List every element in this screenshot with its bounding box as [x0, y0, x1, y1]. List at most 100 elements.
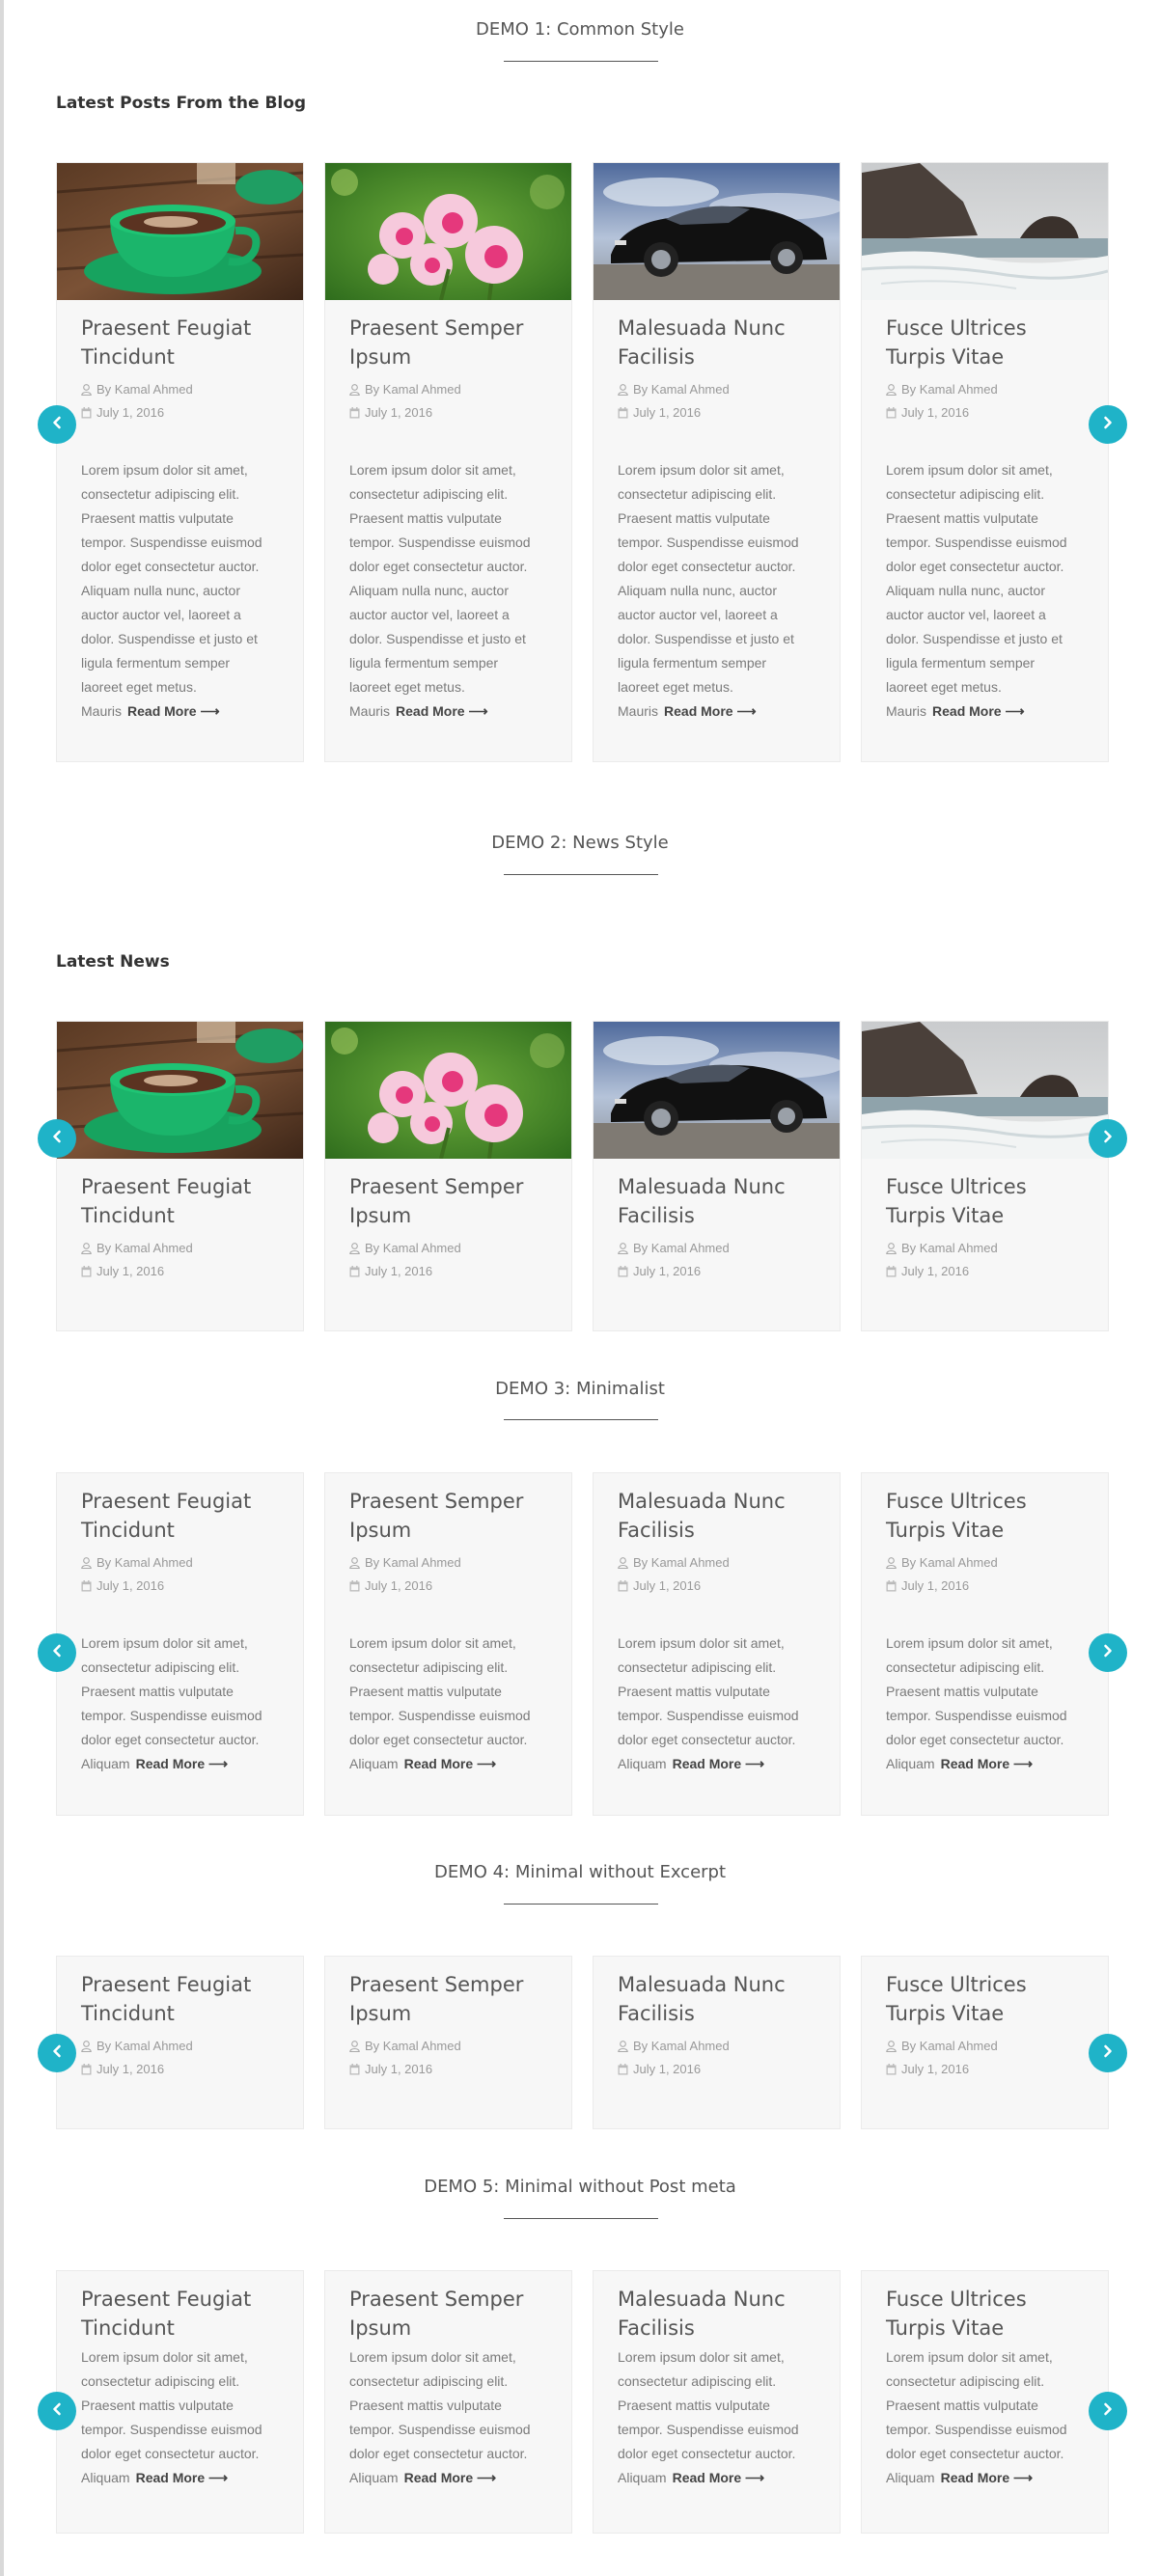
read-more-link[interactable]: Read More ⟶ [136, 2470, 229, 2485]
excerpt-tail: Aliquam [349, 1756, 399, 1771]
post-title[interactable]: Fusce Ultrices [886, 314, 1093, 343]
post-title-line2[interactable]: Tincidunt [81, 2314, 289, 2343]
carousel-next-button[interactable] [1089, 1633, 1127, 1672]
read-more-link[interactable]: Read More ⟶ [136, 1756, 229, 1771]
post-title-line2[interactable]: Ipsum [349, 2314, 557, 2343]
author-name[interactable]: By Kamal Ahmed [97, 1241, 193, 1255]
post-title[interactable]: Praesent Semper [349, 1487, 557, 1516]
author-name[interactable]: By Kamal Ahmed [97, 2039, 193, 2053]
post-title[interactable]: Fusce Ultrices [886, 1970, 1093, 1999]
post-title-line2[interactable]: Facilisis [618, 343, 825, 371]
post-title[interactable]: Praesent Semper [349, 314, 557, 343]
post-title[interactable]: Fusce Ultrices [886, 1172, 1093, 1201]
post-thumbnail[interactable] [862, 1022, 1108, 1159]
user-icon [349, 382, 365, 397]
author-name[interactable]: By Kamal Ahmed [633, 382, 730, 397]
post-title[interactable]: Malesuada Nunc [618, 314, 825, 343]
post-title[interactable]: Malesuada Nunc [618, 1172, 825, 1201]
carousel-prev-button[interactable] [38, 405, 76, 444]
read-more-link[interactable]: Read More ⟶ [941, 1756, 1034, 1771]
post-thumbnail[interactable] [325, 163, 571, 300]
read-more-link[interactable]: Read More ⟶ [404, 1756, 497, 1771]
read-more-link[interactable]: Read More ⟶ [673, 1756, 765, 1771]
post-title[interactable]: Malesuada Nunc [618, 1970, 825, 1999]
carousel-next-button[interactable] [1089, 2392, 1127, 2430]
post-title-line2[interactable]: Facilisis [618, 1516, 825, 1545]
post-title-line2[interactable]: Turpis Vitae [886, 1999, 1093, 2028]
post-title-line2[interactable]: Tincidunt [81, 1201, 289, 1230]
post-title[interactable]: Praesent Feugiat [81, 1487, 289, 1516]
post-title[interactable]: Malesuada Nunc [618, 2285, 825, 2314]
carousel-prev-button[interactable] [38, 1119, 76, 1158]
post-title-line2[interactable]: Facilisis [618, 1999, 825, 2028]
post-title-line2[interactable]: Ipsum [349, 1201, 557, 1230]
carousel-prev-button[interactable] [38, 1633, 76, 1672]
read-more-link[interactable]: Read More ⟶ [941, 2470, 1034, 2485]
author-name[interactable]: By Kamal Ahmed [365, 382, 461, 397]
post-title[interactable]: Fusce Ultrices [886, 1487, 1093, 1516]
post-thumbnail[interactable] [325, 1022, 571, 1159]
post-title-line2[interactable]: Turpis Vitae [886, 343, 1093, 371]
author-name[interactable]: By Kamal Ahmed [365, 2039, 461, 2053]
post-title[interactable]: Malesuada Nunc [618, 1487, 825, 1516]
post-title[interactable]: Fusce Ultrices [886, 2285, 1093, 2314]
excerpt-line: dolor eget consectetur auctor. [886, 1732, 1064, 1747]
read-more-link[interactable]: Read More ⟶ [404, 2470, 497, 2485]
post-title-line2[interactable]: Ipsum [349, 1516, 557, 1545]
post-author: By Kamal Ahmed [349, 1240, 461, 1257]
post-title[interactable]: Praesent Feugiat [81, 314, 289, 343]
author-name[interactable]: By Kamal Ahmed [365, 1241, 461, 1255]
post-title[interactable]: Praesent Feugiat [81, 2285, 289, 2314]
read-more-line: Mauris Read More ⟶ [618, 699, 757, 724]
calendar-icon [886, 2062, 901, 2076]
user-icon [349, 2039, 365, 2053]
post-title[interactable]: Praesent Semper [349, 1970, 557, 1999]
post-excerpt: Lorem ipsum dolor sit amet, consectetur a… [349, 2345, 557, 2466]
post-date: July 1, 2016 [618, 2061, 701, 2078]
post-title-line2[interactable]: Facilisis [618, 1201, 825, 1230]
post-title-line2[interactable]: Tincidunt [81, 1516, 289, 1545]
post-thumbnail[interactable] [594, 163, 840, 300]
carousel-next-button[interactable] [1089, 2034, 1127, 2072]
post-title[interactable]: Praesent Semper [349, 2285, 557, 2314]
post-title[interactable]: Praesent Feugiat [81, 1172, 289, 1201]
post-date: July 1, 2016 [886, 1577, 969, 1595]
excerpt-line: dolor eget consectetur auctor. [81, 2446, 260, 2461]
post-title-line2[interactable]: Facilisis [618, 2314, 825, 2343]
post-thumbnail[interactable] [57, 163, 303, 300]
post-thumbnail[interactable] [594, 1022, 840, 1159]
post-author: By Kamal Ahmed [618, 2038, 730, 2055]
post-title-line2[interactable]: Turpis Vitae [886, 1201, 1093, 1230]
author-name[interactable]: By Kamal Ahmed [901, 1241, 998, 1255]
author-name[interactable]: By Kamal Ahmed [901, 1555, 998, 1570]
post-title-line2[interactable]: Turpis Vitae [886, 1516, 1093, 1545]
carousel-prev-button[interactable] [38, 2034, 76, 2072]
read-more-link[interactable]: Read More ⟶ [396, 703, 488, 719]
read-more-link[interactable]: Read More ⟶ [127, 703, 220, 719]
read-more-link[interactable]: Read More ⟶ [664, 703, 757, 719]
post-title[interactable]: Praesent Feugiat [81, 1970, 289, 1999]
post-title-line2[interactable]: Tincidunt [81, 343, 289, 371]
author-name[interactable]: By Kamal Ahmed [633, 1241, 730, 1255]
post-title-line2[interactable]: Ipsum [349, 343, 557, 371]
author-name[interactable]: By Kamal Ahmed [633, 1555, 730, 1570]
carousel-next-button[interactable] [1089, 405, 1127, 444]
post-title-line2[interactable]: Tincidunt [81, 1999, 289, 2028]
post-thumbnail[interactable] [57, 1022, 303, 1159]
post-title[interactable]: Praesent Semper [349, 1172, 557, 1201]
author-name[interactable]: By Kamal Ahmed [633, 2039, 730, 2053]
carousel-next-button[interactable] [1089, 1119, 1127, 1158]
author-name[interactable]: By Kamal Ahmed [365, 1555, 461, 1570]
post-title-line2[interactable]: Ipsum [349, 1999, 557, 2028]
carousel-prev-button[interactable] [38, 2392, 76, 2430]
author-name[interactable]: By Kamal Ahmed [97, 382, 193, 397]
excerpt-line: Aliquam nulla nunc, auctor [349, 583, 509, 598]
read-more-link[interactable]: Read More ⟶ [932, 703, 1025, 719]
author-name[interactable]: By Kamal Ahmed [901, 382, 998, 397]
date-text: July 1, 2016 [901, 405, 970, 420]
read-more-link[interactable]: Read More ⟶ [673, 2470, 765, 2485]
post-title-line2[interactable]: Turpis Vitae [886, 2314, 1093, 2343]
post-thumbnail[interactable] [862, 163, 1108, 300]
author-name[interactable]: By Kamal Ahmed [901, 2039, 998, 2053]
author-name[interactable]: By Kamal Ahmed [97, 1555, 193, 1570]
